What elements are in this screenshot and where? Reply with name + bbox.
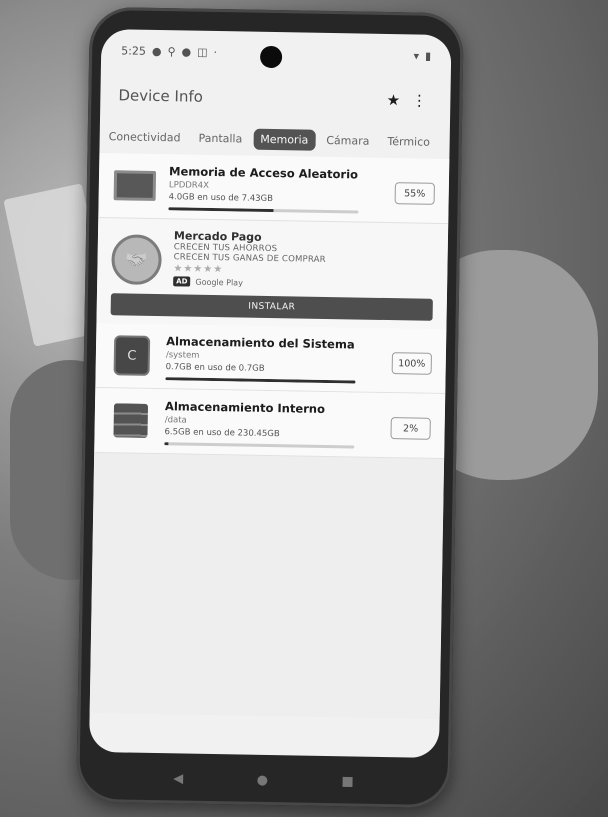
status-dot-icon: ● xyxy=(181,44,192,59)
system-storage-progress-fill xyxy=(165,377,356,384)
server-storage-icon xyxy=(108,398,153,443)
battery-icon: ▮ xyxy=(424,49,432,63)
ad-badge: AD xyxy=(173,276,191,287)
system-storage-usage: 0.7GB en uso de 0.7GB xyxy=(165,362,265,374)
network-icon: ◫ xyxy=(197,45,208,59)
status-dot-icon: ● xyxy=(151,44,162,58)
star-icon[interactable]: ★ xyxy=(380,91,406,109)
tab-termico[interactable]: Térmico xyxy=(380,130,437,152)
ram-usage: 4.0GB en uso de 7.43GB xyxy=(168,192,274,205)
install-button[interactable]: INSTALAR xyxy=(110,293,433,321)
system-storage-card[interactable]: C Almacenamiento del Sistema /system 0.7… xyxy=(95,322,447,395)
internal-storage-progress-fill xyxy=(164,442,169,446)
status-left: 5:25 ● ⚲ ● ◫ · xyxy=(121,44,217,59)
tab-conectividad[interactable]: Conectividad xyxy=(102,126,188,148)
nav-bar: ◀ ● ■ xyxy=(76,752,451,809)
back-icon[interactable]: ◀ xyxy=(173,771,183,786)
ram-percent-badge: 55% xyxy=(394,182,435,205)
tab-pantalla[interactable]: Pantalla xyxy=(191,127,249,149)
status-right: ▾ ▮ xyxy=(413,49,431,62)
tab-camara[interactable]: Cámara xyxy=(319,129,376,151)
handshake-logo-icon: 🤝 xyxy=(111,234,162,286)
wifi-icon: ▾ xyxy=(413,48,420,63)
home-icon[interactable]: ● xyxy=(257,772,269,787)
phone-device: 5:25 ● ⚲ ● ◫ · ▾ ▮ Device Info ★ ⋮ Conec… xyxy=(76,6,464,809)
ram-chip-icon xyxy=(112,163,157,208)
more-notifications-icon: · xyxy=(213,45,218,59)
storage-disk-icon: C xyxy=(110,333,155,378)
ad-source: Google Play xyxy=(195,277,243,288)
ram-progress-bar xyxy=(168,207,359,214)
recents-icon[interactable]: ■ xyxy=(341,774,354,789)
system-storage-title: Almacenamiento del Sistema xyxy=(166,334,355,352)
internal-storage-progress-bar xyxy=(164,442,355,449)
ad-banner[interactable]: 🤝 Mercado Pago CRECEN TUS AHORROS CRECEN… xyxy=(96,217,449,330)
overflow-menu-icon[interactable]: ⋮ xyxy=(406,91,432,109)
internal-storage-percent-badge: 2% xyxy=(390,417,431,440)
app-title: Device Info xyxy=(118,86,204,106)
ad-rating-stars: ★★★★★ xyxy=(173,263,224,276)
internal-storage-usage: 6.5GB en uso de 230.45GB xyxy=(164,427,280,440)
internal-storage-card[interactable]: Almacenamiento Interno /data 6.5GB en us… xyxy=(94,387,446,460)
internal-storage-title: Almacenamiento Interno xyxy=(164,399,326,416)
tab-memoria[interactable]: Memoria xyxy=(253,128,316,151)
empty-area xyxy=(89,452,445,720)
app-bar: Device Info ★ ⋮ xyxy=(100,71,451,125)
location-icon: ⚲ xyxy=(167,44,176,58)
system-storage-percent-badge: 100% xyxy=(391,352,432,375)
ram-title: Memoria de Acceso Aleatorio xyxy=(168,164,359,182)
phone-screen: 5:25 ● ⚲ ● ◫ · ▾ ▮ Device Info ★ ⋮ Conec… xyxy=(88,29,452,759)
system-storage-progress-bar xyxy=(165,377,356,384)
ram-progress-fill xyxy=(168,207,273,213)
ram-card[interactable]: Memoria de Acceso Aleatorio LPDDR4X 4.0G… xyxy=(98,152,450,225)
status-time: 5:25 xyxy=(121,43,147,58)
